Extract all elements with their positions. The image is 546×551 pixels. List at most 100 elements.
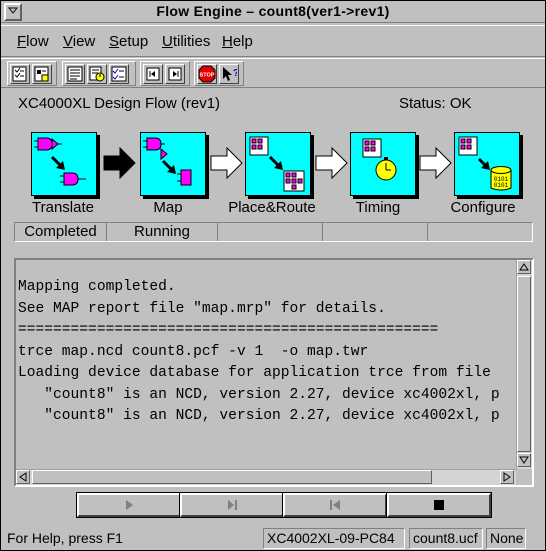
log-text[interactable]: Mapping completed. See MAP report file "m… (18, 277, 518, 469)
menu-bar: Flow View Setup Utilities Help (1, 25, 545, 57)
place-route-label: Place&Route (228, 199, 316, 216)
play-icon (126, 500, 133, 510)
menu-help[interactable]: Help (222, 33, 253, 50)
check-list-button[interactable] (109, 63, 129, 84)
ucf-field: count8.ucf (409, 528, 483, 549)
translate-label: Translate (32, 199, 94, 216)
design-status: Status: OK (399, 95, 472, 112)
log-line: "count8" is an NCD, version 2.27, device… (18, 386, 500, 403)
translate-status: Completed (15, 223, 107, 241)
menu-setup[interactable]: Setup (109, 33, 148, 50)
timing-report-icon (89, 66, 105, 81)
map-stage[interactable] (140, 132, 206, 196)
log-line: trce map.ncd count8.pcf -v 1 -o map.twr (18, 343, 369, 360)
toolbar: STOP ? (1, 58, 545, 88)
menu-utilities[interactable]: Utilities (162, 33, 210, 50)
flow-arrow-outline-icon (315, 147, 348, 179)
menu-utilities-label: tilities (172, 33, 211, 50)
step-back-button[interactable] (143, 63, 163, 84)
log-line: Mapping completed. (18, 279, 176, 295)
right-arrow-icon (503, 472, 511, 482)
configure-status (428, 223, 532, 241)
translate-stage[interactable] (31, 132, 97, 196)
stop-flow-button[interactable] (386, 492, 492, 518)
scroll-down-button[interactable] (517, 453, 531, 467)
horizontal-scroll-thumb[interactable] (32, 470, 432, 484)
rewind-icon (330, 500, 340, 510)
context-help-button[interactable]: ? (219, 63, 239, 84)
menu-help-label: elp (232, 33, 253, 50)
window-title: Flow Engine – count8(ver1->rev1) (156, 3, 390, 19)
flow-arrow-filled-icon (103, 147, 136, 179)
menu-flow[interactable]: Flow (17, 33, 49, 50)
menu-view[interactable]: View (63, 33, 95, 50)
step-button[interactable] (179, 492, 285, 518)
menu-flow-mnemonic: F (17, 33, 27, 50)
context-help-icon: ? (223, 66, 237, 81)
run-button[interactable] (76, 492, 182, 518)
toolbar-group-control: STOP ? (194, 61, 244, 86)
timing-stage[interactable] (350, 132, 416, 196)
menu-view-label: iew (72, 33, 96, 50)
scroll-right-button[interactable] (500, 470, 514, 484)
title-bar[interactable]: Flow Engine – count8(ver1->rev1) (1, 1, 545, 23)
flow-arrow-outline-icon (210, 147, 243, 179)
menu-view-mnemonic: V (63, 33, 73, 50)
stop-icon: STOP (198, 65, 216, 82)
configure-stage-icon: 0101 0101 (458, 136, 512, 191)
scroll-up-button[interactable] (517, 260, 531, 274)
stop-label: STOP (200, 72, 215, 78)
down-arrow-icon (519, 456, 529, 464)
log-line: See MAP report file "map.mrp" for detail… (18, 300, 386, 317)
rewind-button[interactable] (282, 492, 388, 518)
help-hint: For Help, press F1 (7, 530, 123, 546)
flow-engine-window: Flow Engine – count8(ver1->rev1) Flow Vi… (0, 0, 546, 551)
left-arrow-icon (19, 472, 27, 482)
menu-setup-label: etup (119, 33, 149, 50)
up-arrow-icon (519, 263, 529, 271)
map-stage-icon (143, 137, 192, 186)
stage-status-strip: Completed Running (14, 222, 533, 242)
menu-help-mnemonic: H (222, 33, 233, 50)
timing-stage-icon (362, 138, 397, 181)
flow-arrow-outline-icon (419, 147, 452, 179)
step-icon (228, 500, 237, 510)
check-list-icon (111, 66, 127, 81)
log-line: ========================================… (18, 322, 439, 338)
place-route-status (218, 223, 323, 241)
step-forward-icon (168, 67, 182, 80)
report-browser-icon (67, 66, 83, 81)
timing-label: Timing (355, 199, 401, 216)
status-bar: For Help, press F1 XC4002XL-09-PC84 coun… (1, 527, 545, 551)
vertical-scroll-thumb[interactable] (517, 276, 531, 452)
timing-status (323, 223, 428, 241)
scroll-left-button[interactable] (16, 470, 30, 484)
toolbar-group-options (7, 61, 57, 86)
menu-setup-mnemonic: S (109, 33, 120, 50)
menu-utilities-mnemonic: U (162, 33, 173, 50)
step-back-icon (146, 67, 160, 80)
configure-label: Configure (450, 199, 516, 216)
log-panel: Mapping completed. See MAP report file "m… (14, 258, 534, 487)
implementation-options-button[interactable] (32, 63, 52, 84)
stop-square-icon (434, 500, 444, 510)
svg-text:0101: 0101 (494, 182, 509, 189)
map-label: Map (153, 199, 183, 216)
stop-button[interactable]: STOP (197, 63, 217, 84)
log-horizontal-scrollbar[interactable] (16, 469, 516, 485)
map-status: Running (107, 223, 218, 241)
design-flow-title: XC4000XL Design Flow (rev1) (18, 95, 221, 112)
implementation-options-icon (34, 66, 49, 81)
configure-stage[interactable]: 0101 0101 (454, 132, 520, 196)
timing-report-button[interactable] (87, 63, 107, 84)
flow-options-button[interactable] (10, 63, 30, 84)
mode-field: None (486, 528, 526, 549)
log-vertical-scrollbar[interactable] (516, 260, 532, 469)
log-line: Loading device database for application … (18, 365, 491, 381)
svg-text:?: ? (233, 68, 237, 79)
step-forward-button[interactable] (165, 63, 185, 84)
report-browser-button[interactable] (65, 63, 85, 84)
place-route-stage-icon (249, 136, 305, 192)
toolbar-group-step (140, 61, 190, 86)
place-route-stage[interactable] (245, 132, 311, 196)
